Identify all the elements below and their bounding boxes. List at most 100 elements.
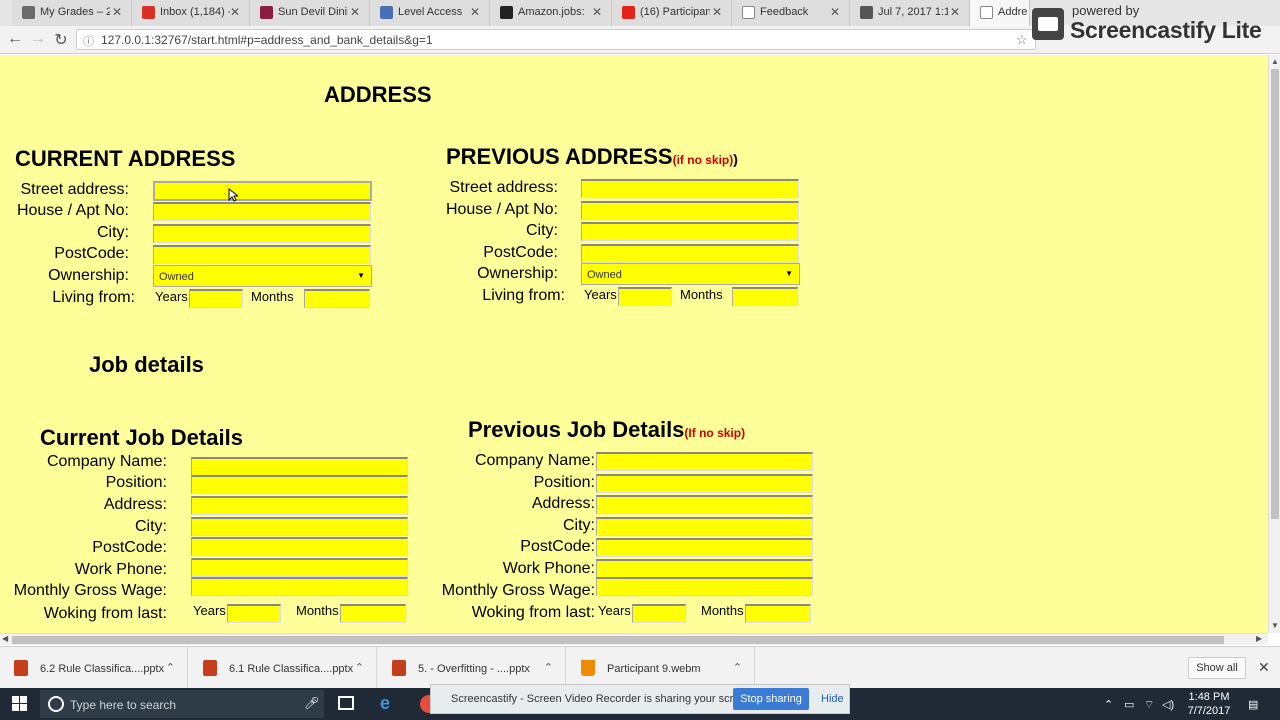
close-icon[interactable]: ✕ xyxy=(712,5,722,19)
current-street-input[interactable] xyxy=(153,181,372,201)
url-bar[interactable]: ⓘ 127.0.0.1:32767/start.html#p=address_a… xyxy=(76,29,1036,50)
close-icon[interactable]: ✕ xyxy=(592,5,602,19)
previous-postcode-input[interactable] xyxy=(581,244,799,263)
current-house-input[interactable] xyxy=(153,202,371,221)
chevron-up-icon[interactable]: ⌃ xyxy=(355,661,364,674)
back-arrow-icon[interactable]: ← xyxy=(5,30,25,48)
current-years-input[interactable] xyxy=(189,289,243,308)
close-icon[interactable]: ✕ xyxy=(1258,659,1270,676)
scrollbar-thumb[interactable] xyxy=(12,636,1224,644)
previous-months-input[interactable] xyxy=(732,287,798,306)
browser-tab[interactable]: Amazon.jobs: H ✕ xyxy=(490,0,612,26)
asu-icon xyxy=(260,6,273,19)
taskbar-search-box[interactable]: Type here to search 🎤︎ xyxy=(40,690,324,718)
scroll-left-icon[interactable]: ◀ xyxy=(2,634,8,643)
forward-arrow-icon[interactable]: → xyxy=(28,30,48,48)
close-icon[interactable]: ✕ xyxy=(950,5,960,19)
scroll-up-icon[interactable]: ▲ xyxy=(1271,57,1279,66)
chevron-up-icon[interactable]: ⌃ xyxy=(733,661,742,674)
download-item[interactable]: 6.2 Rule Classifica....pptx ⌃ xyxy=(0,647,188,689)
microphone-icon[interactable]: 🎤︎ xyxy=(304,696,319,710)
close-icon[interactable]: ✕ xyxy=(830,5,840,19)
mouse-cursor-icon xyxy=(228,188,238,202)
current-phone-input[interactable] xyxy=(191,558,408,577)
show-all-button[interactable]: Show all xyxy=(1188,657,1246,679)
volume-icon[interactable]: ◁) xyxy=(1162,698,1174,711)
wifi-icon[interactable]: ⌔ xyxy=(1144,698,1154,712)
browser-tab[interactable]: Inbox (1,184) - ✕ xyxy=(132,0,250,26)
stop-sharing-button[interactable]: Stop sharing xyxy=(733,688,809,710)
scrollbar-thumb[interactable] xyxy=(1271,69,1279,519)
current-job-years-input[interactable] xyxy=(227,604,281,623)
previous-job-postcode-input[interactable] xyxy=(596,538,813,557)
previous-wage-input[interactable] xyxy=(596,577,813,596)
bookmark-star-icon[interactable]: ☆ xyxy=(1016,32,1028,48)
system-clock[interactable]: 1:48 PM 7/7/2017 xyxy=(1184,690,1234,718)
browser-tab[interactable]: Sun Devil Dinin ✕ xyxy=(250,0,370,26)
company-label: Company Name: xyxy=(474,452,595,469)
edge-icon[interactable]: e xyxy=(380,693,398,713)
browser-tab[interactable]: Level Access ✕ xyxy=(370,0,490,26)
job-details-heading: Job details xyxy=(89,352,204,377)
browser-tab[interactable]: Feedback ✕ xyxy=(732,0,850,26)
previous-job-months-input[interactable] xyxy=(745,604,811,623)
downloads-bar: 6.2 Rule Classifica....pptx ⌃ 6.1 Rule C… xyxy=(0,646,1280,689)
tab-label: (16) Participant xyxy=(640,6,710,18)
download-item[interactable]: Participant 9.webm ⌃ xyxy=(567,647,755,689)
previous-years-input[interactable] xyxy=(618,287,672,306)
browser-tab[interactable]: Jul 7, 2017 1:19 ✕ xyxy=(850,0,970,26)
previous-ownership-select[interactable]: Owned ▼ xyxy=(581,263,800,285)
battery-icon[interactable]: ▭ xyxy=(1124,698,1134,711)
close-icon[interactable]: ✕ xyxy=(350,5,360,19)
chevron-up-icon[interactable]: ⌃ xyxy=(166,661,175,674)
current-postcode-input[interactable] xyxy=(153,245,371,264)
previous-house-input[interactable] xyxy=(581,201,799,220)
download-item[interactable]: 5. - Overfitting - ....pptx ⌃ xyxy=(378,647,566,689)
years-label: Years xyxy=(598,603,631,618)
current-months-input[interactable] xyxy=(304,289,370,308)
current-job-months-input[interactable] xyxy=(340,604,406,623)
previous-address-input[interactable] xyxy=(596,495,813,514)
close-icon[interactable]: ✕ xyxy=(112,5,122,19)
reload-icon[interactable]: ↻ xyxy=(51,30,71,50)
tray-chevron-icon[interactable]: ⌃ xyxy=(1104,698,1113,711)
browser-tab-active[interactable]: Addre xyxy=(970,0,1030,26)
close-icon[interactable]: ✕ xyxy=(230,5,240,19)
dropdown-caret-icon: ▼ xyxy=(785,269,793,278)
vertical-scrollbar[interactable]: ▲ ▼ xyxy=(1268,55,1280,633)
hide-link[interactable]: Hide xyxy=(821,693,844,705)
current-company-input[interactable] xyxy=(191,457,408,476)
clock-time: 1:48 PM xyxy=(1188,691,1230,703)
notifications-icon[interactable]: ▤ xyxy=(1248,698,1258,711)
ownership-label: Ownership: xyxy=(48,267,129,284)
ownership-value: Owned xyxy=(587,269,622,281)
browser-tab[interactable]: (16) Participant ✕ xyxy=(612,0,732,26)
current-job-city-input[interactable] xyxy=(191,517,408,536)
current-job-postcode-input[interactable] xyxy=(191,537,408,556)
previous-job-years-input[interactable] xyxy=(632,604,686,623)
previous-address-heading: PREVIOUS ADDRESS(if no skip)) xyxy=(446,144,738,170)
previous-phone-input[interactable] xyxy=(596,559,813,578)
info-icon[interactable]: ⓘ xyxy=(83,33,94,49)
previous-job-city-input[interactable] xyxy=(596,517,813,536)
current-city-input[interactable] xyxy=(153,224,371,243)
previous-company-input[interactable] xyxy=(596,452,813,471)
chevron-up-icon[interactable]: ⌃ xyxy=(544,661,553,674)
company-label: Company Name: xyxy=(46,453,167,470)
current-position-input[interactable] xyxy=(191,475,408,494)
close-icon[interactable]: ✕ xyxy=(470,5,480,19)
download-item[interactable]: 6.1 Rule Classifica....pptx ⌃ xyxy=(189,647,377,689)
scroll-down-icon[interactable]: ▼ xyxy=(1271,621,1279,630)
scroll-right-icon[interactable]: ▶ xyxy=(1256,634,1262,643)
previous-position-input[interactable] xyxy=(596,474,813,493)
browser-tab[interactable]: My Grades – 20 ✕ xyxy=(12,0,132,26)
current-ownership-select[interactable]: Owned ▼ xyxy=(153,265,372,287)
current-wage-input[interactable] xyxy=(191,577,408,596)
previous-city-input[interactable] xyxy=(581,222,799,241)
postcode-label: PostCode: xyxy=(92,539,167,556)
task-view-icon[interactable] xyxy=(338,696,354,710)
horizontal-scrollbar[interactable]: ◀ ▶ xyxy=(0,633,1268,645)
current-address-input[interactable] xyxy=(191,496,408,515)
windows-start-icon[interactable] xyxy=(12,696,28,712)
previous-street-input[interactable] xyxy=(581,179,799,198)
